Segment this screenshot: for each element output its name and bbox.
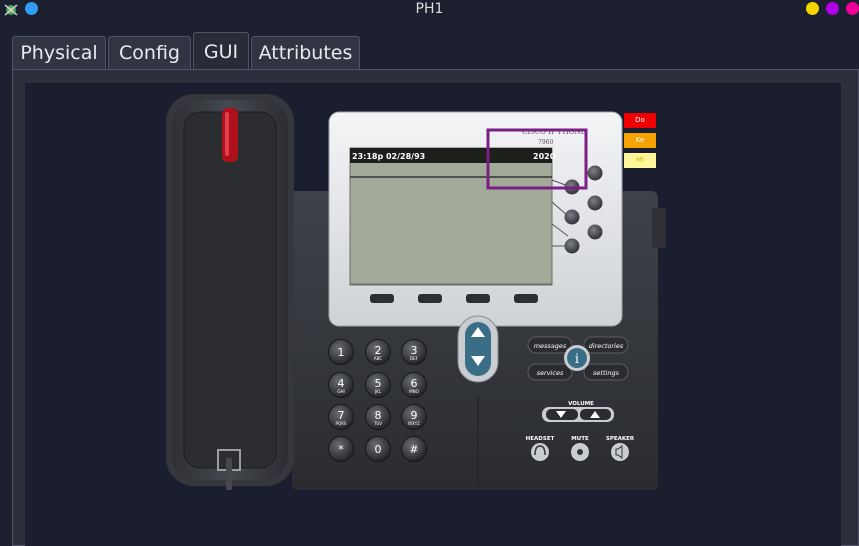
key-digit: *: [338, 443, 344, 456]
services-label: services: [537, 369, 564, 377]
key-letters: WXYZ: [408, 421, 420, 426]
speaker-button[interactable]: [611, 443, 629, 461]
headset-label: HEADSET: [526, 436, 555, 442]
mute-icon: [577, 449, 583, 455]
softkey-1[interactable]: [370, 294, 394, 303]
line-button-2[interactable]: [587, 165, 603, 181]
key-star[interactable]: *: [328, 436, 354, 462]
line-button-3[interactable]: [564, 209, 580, 225]
key-letters: GHI: [337, 389, 344, 394]
directories-label: directories: [589, 342, 624, 350]
key-letters: JKL: [374, 389, 382, 394]
navigation-rocker[interactable]: [457, 315, 499, 383]
key-letters: PQRS: [336, 421, 347, 426]
key-4[interactable]: 4GHI: [328, 372, 354, 398]
key-9[interactable]: 9WXYZ: [401, 404, 427, 430]
messages-label: messages: [534, 342, 567, 350]
key-0[interactable]: 0: [365, 436, 391, 462]
key-letters: ABC: [374, 356, 382, 361]
ip-phone: CISCO IP PHONE 7960 23:18p 02/28/93 2020: [166, 94, 666, 490]
key-7[interactable]: 7PQRS: [328, 404, 354, 430]
screen-extension: 2020: [533, 152, 556, 161]
handset-cord: [226, 458, 232, 490]
mute-label: MUTE: [571, 436, 589, 442]
softkey-3[interactable]: [466, 294, 490, 303]
speaker-label: SPEAKER: [606, 436, 635, 442]
key-5[interactable]: 5JKL: [365, 372, 391, 398]
key-digit: 1: [338, 346, 345, 359]
screen-datetime: 23:18p 02/28/93: [352, 152, 425, 161]
key-1[interactable]: 1: [328, 339, 354, 365]
handset[interactable]: [166, 94, 294, 490]
key-2[interactable]: 2ABC: [365, 339, 391, 365]
key-8[interactable]: 8TUV: [365, 404, 391, 430]
legend-ke: Ke: [624, 133, 656, 148]
key-hash[interactable]: #: [401, 436, 427, 462]
message-waiting-light: [222, 108, 238, 162]
legend-ke-label: Ke: [635, 136, 645, 144]
key-digit: 0: [375, 443, 382, 456]
key-letters: DEF: [410, 356, 419, 361]
softkey-4[interactable]: [514, 294, 538, 303]
key-letters: TUV: [373, 421, 382, 426]
volume-label: VOLUME: [568, 401, 594, 407]
softkey-2[interactable]: [418, 294, 442, 303]
legend-do: Do: [624, 113, 656, 128]
lcd-screen: 23:18p 02/28/93 2020: [349, 147, 556, 286]
legend-mi-label: Mi: [636, 156, 644, 164]
line-button-5[interactable]: [564, 238, 580, 254]
line-button-4[interactable]: [587, 195, 603, 211]
key-6[interactable]: 6MNO: [401, 372, 427, 398]
info-icon: i: [575, 352, 579, 367]
key-letters: MNO: [409, 389, 419, 394]
key-digit: #: [409, 443, 418, 456]
legend-mi: Mi: [624, 153, 656, 168]
audio-buttons: HEADSET MUTE SPEAKER: [526, 436, 635, 461]
settings-label: settings: [593, 369, 620, 377]
key-3[interactable]: 3DEF: [401, 339, 427, 365]
model-label: 7960: [538, 139, 553, 146]
line-button-6[interactable]: [587, 224, 603, 240]
legend-do-label: Do: [635, 116, 645, 124]
